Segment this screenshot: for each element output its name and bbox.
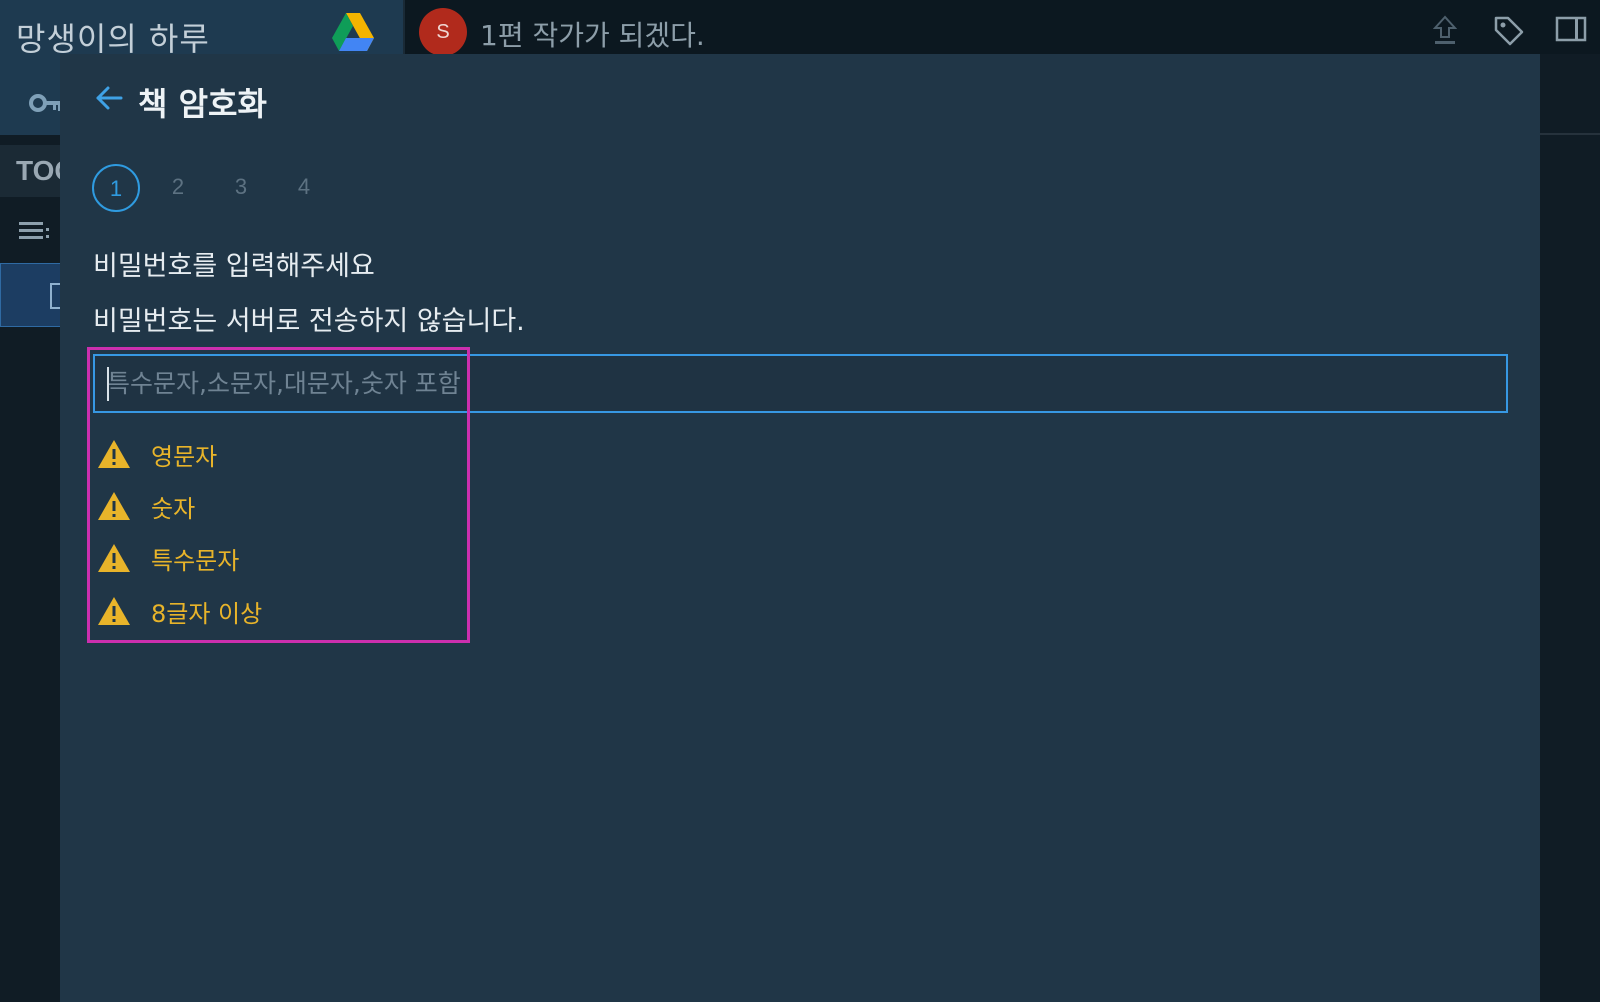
avatar[interactable]: S (419, 8, 467, 56)
google-drive-icon[interactable] (332, 13, 374, 51)
requirement-numbers: 숫자 (97, 486, 457, 526)
key-icon[interactable] (29, 90, 63, 116)
divider (1540, 133, 1600, 135)
top-bar: S 1편 작가가 되겠다. (403, 0, 1600, 56)
warning-triangle-icon (98, 597, 130, 625)
document-title: 1편 작가가 되겠다. (480, 19, 705, 52)
password-prompt: 비밀번호를 입력해주세요 (93, 251, 375, 282)
dialog-title: 책 암호화 (138, 85, 267, 123)
step-3: 3 (234, 174, 248, 199)
side-panel-icon[interactable] (1555, 15, 1587, 43)
requirement-label: 8글자 이상 (151, 599, 263, 628)
upload-icon[interactable] (1433, 15, 1457, 45)
requirement-letters: 영문자 (97, 434, 457, 474)
tag-icon[interactable] (1493, 15, 1525, 47)
step-4: 4 (297, 174, 311, 199)
requirement-label: 특수문자 (151, 546, 240, 575)
warning-triangle-icon (98, 544, 130, 572)
requirement-label: 영문자 (151, 442, 218, 471)
step-1: 1 (92, 164, 140, 212)
right-panel-strip (1540, 54, 1600, 1002)
requirement-special-chars: 특수문자 (97, 538, 457, 578)
text-caret (107, 367, 109, 401)
privacy-notice: 비밀번호는 서버로 전송하지 않습니다. (93, 306, 525, 337)
step-2: 2 (171, 174, 185, 199)
back-arrow-icon[interactable] (93, 82, 125, 114)
list-icon[interactable] (19, 220, 49, 242)
password-input[interactable] (93, 354, 1508, 413)
warning-triangle-icon (98, 440, 130, 468)
encryption-dialog: 책 암호화 1 2 3 4 비밀번호를 입력해주세요 비밀번호는 서버로 전송하… (60, 54, 1540, 1002)
requirement-label: 숫자 (151, 494, 196, 523)
requirement-min-length: 8글자 이상 (97, 591, 457, 631)
warning-triangle-icon (98, 492, 130, 520)
